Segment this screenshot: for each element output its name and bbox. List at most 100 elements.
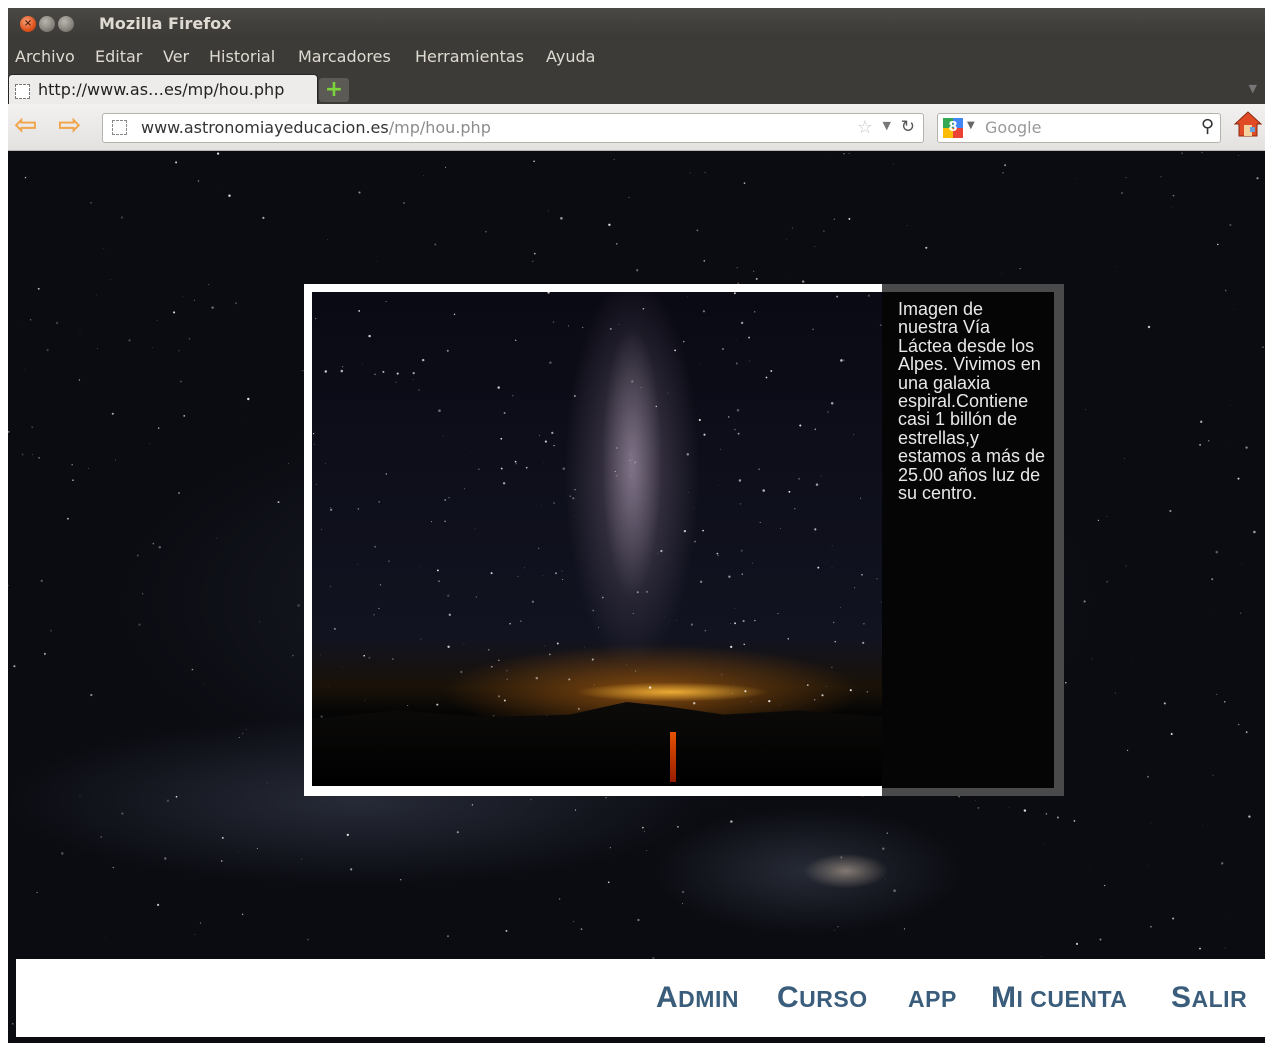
star bbox=[490, 572, 493, 575]
maximize-window-button[interactable] bbox=[58, 16, 74, 32]
star bbox=[840, 359, 843, 362]
search-engine-icon[interactable]: 8 bbox=[943, 118, 963, 138]
star bbox=[37, 287, 40, 290]
star bbox=[152, 347, 153, 348]
magnifier-icon[interactable]: ⚲ bbox=[1201, 116, 1214, 137]
star bbox=[1237, 723, 1240, 726]
star bbox=[238, 737, 240, 738]
nav-app[interactable]: APP bbox=[908, 981, 957, 1015]
star bbox=[1201, 152, 1203, 154]
star bbox=[403, 201, 405, 204]
navigation-toolbar: ⇦ ⇨ www.astronomiayeducacion.es/mp/hou.p… bbox=[8, 104, 1265, 151]
star bbox=[509, 622, 511, 625]
star bbox=[1075, 942, 1079, 945]
star bbox=[112, 866, 114, 869]
star bbox=[90, 693, 93, 697]
star bbox=[38, 457, 40, 459]
star bbox=[242, 733, 244, 735]
star bbox=[515, 339, 517, 341]
star bbox=[717, 555, 719, 557]
nav-salir[interactable]: SALIR bbox=[1171, 981, 1247, 1015]
nav-mi-cuenta[interactable]: MI CUENTA bbox=[991, 981, 1127, 1015]
star bbox=[605, 797, 607, 799]
star bbox=[445, 166, 447, 168]
url-text[interactable]: www.astronomiayeducacion.es/mp/hou.php bbox=[141, 118, 491, 137]
search-engine-dropdown-icon[interactable]: ▼ bbox=[967, 120, 975, 131]
tab-bar: http://www.as…es/mp/hou.php + ▼ bbox=[8, 72, 1265, 105]
star bbox=[373, 614, 375, 616]
star bbox=[1216, 693, 1218, 695]
star bbox=[13, 665, 16, 668]
menu-archivo[interactable]: Archivo bbox=[15, 47, 75, 66]
bookmark-star-icon[interactable]: ☆ bbox=[857, 117, 873, 138]
tab-list-arrow-icon[interactable]: ▼ bbox=[1249, 82, 1257, 95]
star bbox=[420, 566, 421, 568]
star bbox=[1224, 947, 1226, 949]
star bbox=[574, 395, 576, 397]
star bbox=[700, 364, 701, 365]
menu-editar[interactable]: Editar bbox=[95, 47, 142, 66]
search-bar[interactable]: 8 ▼ Google ⚲ bbox=[937, 113, 1221, 143]
star bbox=[514, 460, 517, 463]
star bbox=[24, 176, 27, 179]
star bbox=[786, 239, 788, 240]
star bbox=[837, 926, 839, 928]
star bbox=[833, 218, 836, 221]
star bbox=[530, 798, 532, 801]
star bbox=[447, 594, 450, 597]
star bbox=[1237, 477, 1240, 480]
menu-historial[interactable]: Historial bbox=[209, 47, 275, 66]
star bbox=[141, 593, 144, 595]
star bbox=[849, 689, 852, 692]
star bbox=[453, 313, 456, 316]
menu-ayuda[interactable]: Ayuda bbox=[546, 47, 595, 66]
url-bar[interactable]: www.astronomiayeducacion.es/mp/hou.php ☆… bbox=[102, 113, 924, 143]
menu-marcadores[interactable]: Marcadores bbox=[298, 47, 391, 66]
star bbox=[78, 379, 81, 381]
star bbox=[616, 447, 618, 449]
star bbox=[753, 311, 756, 313]
title-bar: × Mozilla Firefox bbox=[8, 8, 1265, 40]
star bbox=[762, 489, 765, 492]
plus-icon: + bbox=[324, 77, 344, 102]
star bbox=[736, 267, 738, 269]
star bbox=[43, 652, 46, 655]
home-icon[interactable] bbox=[1233, 109, 1263, 139]
star bbox=[629, 453, 631, 455]
new-tab-button[interactable]: + bbox=[319, 78, 349, 102]
star bbox=[615, 474, 618, 477]
star bbox=[1217, 243, 1219, 246]
url-path: /mp/hou.php bbox=[388, 118, 491, 137]
reload-icon[interactable]: ↻ bbox=[901, 117, 915, 137]
url-history-dropdown-icon[interactable]: ▼ bbox=[883, 119, 891, 132]
site-identity-icon[interactable] bbox=[112, 120, 127, 135]
star bbox=[1114, 265, 1116, 267]
star bbox=[8, 584, 9, 587]
star bbox=[540, 505, 542, 506]
star bbox=[593, 684, 595, 686]
minimize-window-button[interactable] bbox=[39, 16, 55, 32]
star bbox=[444, 499, 447, 501]
footer-nav: ADMIN CURSO APP MI CUENTA SALIR bbox=[16, 959, 1265, 1037]
nav-curso[interactable]: CURSO bbox=[777, 981, 868, 1015]
star bbox=[734, 428, 736, 431]
star bbox=[1172, 194, 1175, 197]
star bbox=[177, 491, 181, 495]
star bbox=[636, 591, 639, 594]
star bbox=[11, 1022, 14, 1025]
star bbox=[506, 669, 508, 672]
menu-ver[interactable]: Ver bbox=[163, 47, 189, 66]
nav-admin[interactable]: ADMIN bbox=[656, 981, 739, 1015]
star bbox=[342, 366, 344, 368]
forward-arrow-icon[interactable]: ⇨ bbox=[58, 111, 81, 139]
back-arrow-icon[interactable]: ⇦ bbox=[14, 111, 37, 139]
star bbox=[925, 246, 928, 249]
star bbox=[635, 670, 637, 672]
search-input[interactable]: Google bbox=[985, 118, 1041, 137]
star bbox=[164, 857, 167, 860]
star bbox=[166, 799, 170, 802]
star bbox=[754, 619, 756, 622]
close-window-button[interactable]: × bbox=[20, 16, 36, 32]
menu-herramientas[interactable]: Herramientas bbox=[415, 47, 524, 66]
tab-current[interactable]: http://www.as…es/mp/hou.php bbox=[8, 74, 318, 105]
